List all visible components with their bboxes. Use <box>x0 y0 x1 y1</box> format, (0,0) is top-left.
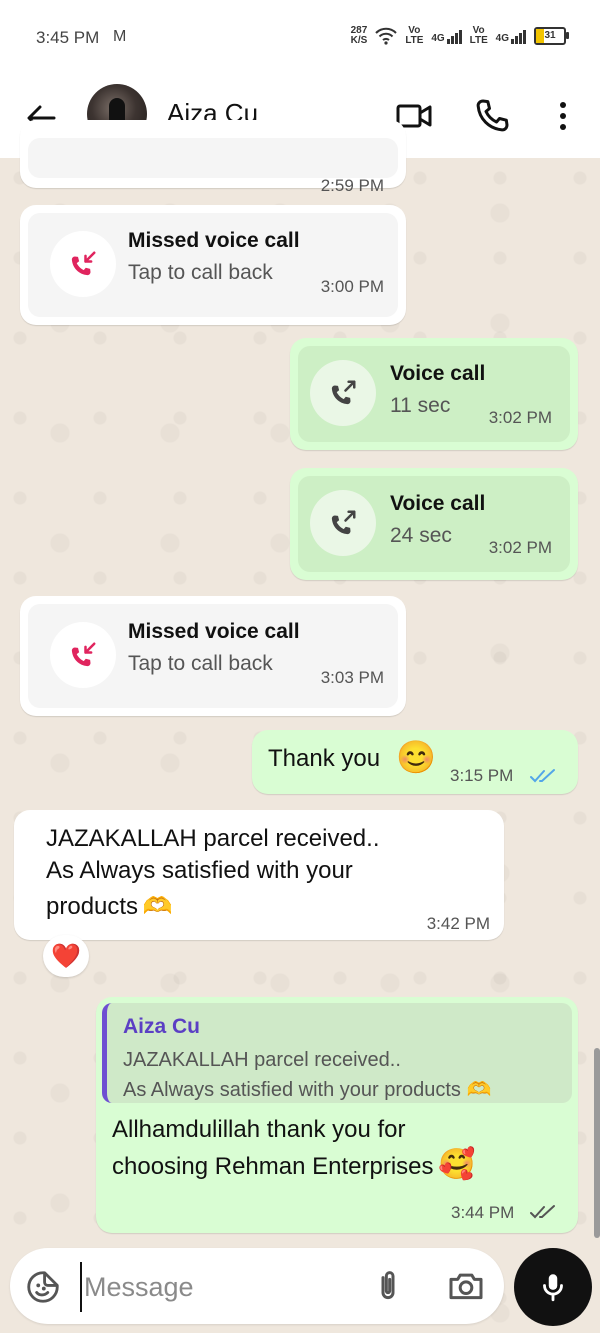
delivered-ticks-icon <box>530 1205 555 1219</box>
missed-call-icon-circle <box>50 622 116 688</box>
quoted-line-2: As Always satisfied with your products 🫶 <box>123 1077 491 1102</box>
call-title: Voice call <box>390 492 486 515</box>
network-type-2-label: 4G <box>495 33 509 44</box>
quoted-author: Aiza Cu <box>123 1015 201 1038</box>
quoted-line-1: JAZAKALLAH parcel received.. <box>123 1049 401 1071</box>
missed-call-icon <box>71 251 96 276</box>
reaction-badge[interactable]: ❤️ <box>43 935 89 977</box>
message-time: 3:00 PM <box>320 277 384 296</box>
message-time: 3:02 PM <box>488 538 552 557</box>
reply-message-bubble[interactable]: Aiza Cu JAZAKALLAH parcel received.. As … <box>96 997 578 1233</box>
battery-icon: 31 <box>534 27 569 45</box>
sticker-button[interactable] <box>24 1268 62 1306</box>
voice-call-bubble[interactable]: Voice call 11 sec 3:02 PM <box>290 338 578 450</box>
smile-emoji: 😊 <box>396 739 436 775</box>
message-time: 3:15 PM <box>450 766 514 785</box>
sticker-icon <box>27 1271 59 1303</box>
more-vert-icon <box>560 102 566 130</box>
call-subtitle: 24 sec <box>390 524 452 547</box>
phone-icon <box>476 99 509 132</box>
message-time: 3:42 PM <box>426 914 490 933</box>
network-type-2: 4G <box>496 28 526 44</box>
text-message-bubble[interactable]: Thank you 😊 3:15 PM <box>252 730 578 794</box>
text-message-bubble[interactable]: JAZAKALLAH parcel received.. As Always s… <box>14 810 504 940</box>
gmail-icon: M <box>113 28 127 45</box>
quoted-message[interactable]: Aiza Cu JAZAKALLAH parcel received.. As … <box>102 1003 572 1103</box>
network-speed: 287 K/S <box>351 26 368 46</box>
wifi-icon <box>375 27 398 45</box>
call-title: Missed voice call <box>128 229 300 252</box>
message-line-2: As Always satisfied with your <box>46 857 353 884</box>
missed-call-bubble[interactable]: Missed voice call Tap to call back 3:03 … <box>20 596 406 716</box>
read-ticks-icon <box>530 769 555 783</box>
missed-call-icon-circle <box>50 231 116 297</box>
network-type-1-label: 4G <box>431 33 445 44</box>
missed-call-icon <box>71 642 96 667</box>
status-icons: 287 K/S Vo LTE 4G Vo LTE 4G 31 <box>351 25 569 46</box>
outgoing-call-icon-circle <box>310 360 376 426</box>
signal-bars-2-icon <box>511 28 526 44</box>
voice-message-button[interactable] <box>514 1248 592 1326</box>
quoted-heart-hands-emoji: 🫶 <box>466 1079 492 1101</box>
partial-call-time: 2:59 PM <box>320 176 384 194</box>
heart-reaction-emoji: ❤️ <box>51 942 81 970</box>
voice-call-bubble[interactable]: Voice call 24 sec 3:02 PM <box>290 468 578 580</box>
message-line-3-text: products <box>46 893 139 920</box>
heart-hands-emoji: 🫶 <box>142 893 173 920</box>
status-bar: 3:45 PM M 287 K/S Vo LTE 4G Vo LTE 4G 31 <box>0 0 600 78</box>
partial-call-inner <box>28 138 398 178</box>
message-text: Thank you <box>268 745 381 772</box>
signal-bars-1-icon <box>446 28 462 44</box>
message-line-2-text: choosing Rehman Enterprises <box>112 1153 434 1180</box>
message-time: 3:03 PM <box>320 668 384 687</box>
volte-2: Vo LTE <box>469 25 488 46</box>
call-title: Missed voice call <box>128 620 300 643</box>
battery-level: 31 <box>544 30 556 41</box>
mic-icon <box>543 1274 563 1302</box>
message-composer <box>10 1248 504 1324</box>
attach-button[interactable] <box>368 1266 408 1306</box>
call-title: Voice call <box>390 362 486 385</box>
message-time: 3:44 PM <box>451 1203 515 1222</box>
attach-icon <box>381 1271 395 1300</box>
call-subtitle: Tap to call back <box>128 652 273 675</box>
status-time: 3:45 PM <box>36 28 100 47</box>
message-line-1: Allhamdulillah thank you for <box>112 1116 406 1143</box>
voice-call-button[interactable] <box>472 96 512 136</box>
network-type-1: 4G <box>431 28 462 44</box>
outgoing-call-icon-circle <box>310 490 376 556</box>
more-options-button[interactable] <box>543 96 583 136</box>
partial-call-bubble[interactable]: 2:59 PM <box>20 120 406 194</box>
message-line-3: products 🫶 <box>46 888 172 926</box>
camera-icon <box>449 1273 483 1300</box>
message-input[interactable] <box>80 1262 356 1312</box>
network-speed-unit: K/S <box>350 35 368 46</box>
message-time: 3:02 PM <box>488 408 552 427</box>
smiling-hearts-emoji: 🥰 <box>437 1148 476 1181</box>
outgoing-call-icon <box>331 380 356 405</box>
scrollbar[interactable] <box>594 1048 600 1238</box>
missed-call-bubble[interactable]: Missed voice call Tap to call back 3:00 … <box>20 205 406 325</box>
quoted-line-2-text: As Always satisfied with your products <box>123 1079 461 1101</box>
volte-1: Vo LTE <box>405 25 424 46</box>
call-subtitle: 11 sec <box>390 394 451 417</box>
camera-button[interactable] <box>446 1266 486 1306</box>
outgoing-call-icon <box>331 510 356 535</box>
call-subtitle: Tap to call back <box>128 261 273 284</box>
message-line-2: choosing Rehman Enterprises 🥰 <box>112 1147 475 1186</box>
